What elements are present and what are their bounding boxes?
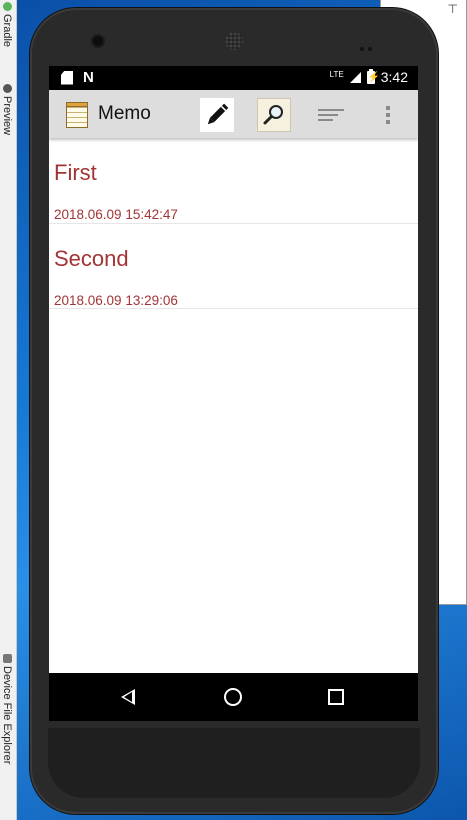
tool-tab-label: Gradle <box>1 14 13 48</box>
navigation-bar <box>49 673 418 721</box>
speaker-grille <box>225 32 243 50</box>
ide-tool-strip: Gradle Preview Device File Explorer <box>0 0 17 820</box>
more-vert-icon <box>386 103 390 127</box>
app-title: Memo <box>98 103 151 124</box>
phone-screen: N LTE ⚡ 3:42 Memo First 2018.06.09 15:42… <box>49 66 418 721</box>
action-bar: Memo <box>49 90 418 138</box>
sensors <box>360 38 376 51</box>
phone-bottom-bezel <box>48 728 420 798</box>
eye-icon <box>2 84 12 93</box>
camera <box>93 36 103 46</box>
sort-icon <box>318 106 344 124</box>
tool-tab-label: Preview <box>1 96 13 136</box>
n-notification-icon: N <box>83 69 94 86</box>
sort-button[interactable] <box>314 98 348 132</box>
status-bar: N LTE ⚡ 3:42 <box>49 66 418 90</box>
new-memo-button[interactable] <box>200 98 234 132</box>
search-button[interactable] <box>257 98 291 132</box>
signal-icon <box>349 71 361 83</box>
search-icon <box>263 105 283 125</box>
back-icon[interactable] <box>121 689 135 705</box>
memo-list: First 2018.06.09 15:42:47 Second 2018.06… <box>49 138 418 309</box>
pencil-icon <box>207 103 229 125</box>
memo-list-item[interactable]: First 2018.06.09 15:42:47 <box>49 138 418 224</box>
tool-tab-gradle[interactable]: Gradle <box>1 2 13 47</box>
panel-mark: ⊤ <box>447 2 458 16</box>
battery-icon: ⚡ <box>366 68 381 84</box>
memo-date: 2018.06.09 13:29:06 <box>54 293 178 308</box>
gradle-icon <box>2 2 12 11</box>
tool-tab-device-file-explorer[interactable]: Device File Explorer <box>1 654 13 764</box>
status-time: 3:42 <box>380 69 408 85</box>
home-icon[interactable] <box>224 688 242 706</box>
network-type: LTE <box>329 69 344 79</box>
sd-card-icon <box>61 70 73 85</box>
recent-apps-icon[interactable] <box>328 689 344 705</box>
device-icon <box>2 654 12 663</box>
notepad-app-icon <box>66 102 88 128</box>
tool-tab-label: Device File Explorer <box>1 666 13 765</box>
memo-list-item[interactable]: Second 2018.06.09 13:29:06 <box>49 224 418 309</box>
memo-date: 2018.06.09 15:42:47 <box>54 207 178 222</box>
tool-tab-preview[interactable]: Preview <box>1 84 13 135</box>
memo-title: Second <box>54 246 129 271</box>
memo-title: First <box>54 160 97 185</box>
overflow-menu-button[interactable] <box>371 98 405 132</box>
